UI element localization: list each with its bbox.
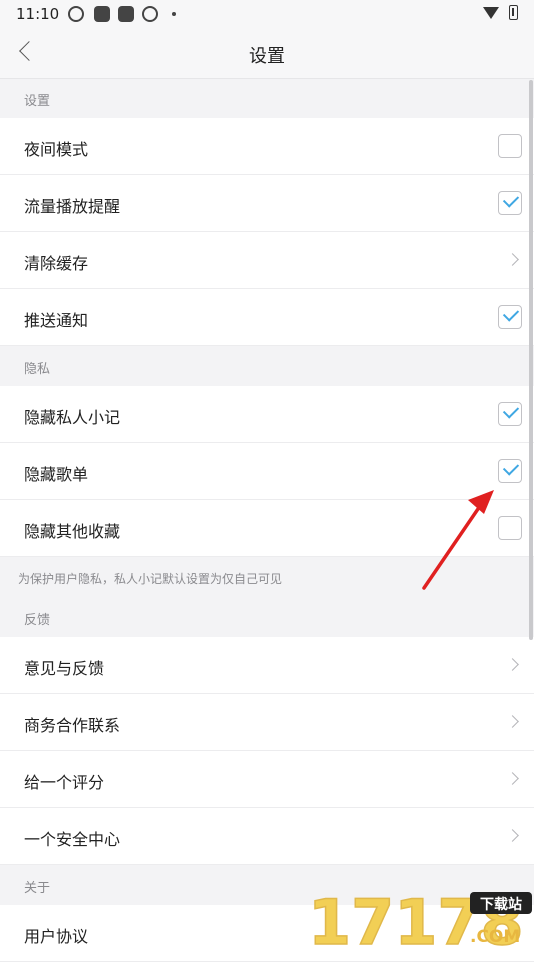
watermark-suffix: .COM	[470, 927, 520, 947]
arrow-shaft	[422, 504, 482, 590]
arrow-head	[468, 490, 494, 514]
annotation-arrow	[422, 490, 494, 590]
watermark-logo: 17178 下载站 .COM	[307, 885, 532, 950]
watermark-badge: 下载站	[480, 896, 522, 913]
